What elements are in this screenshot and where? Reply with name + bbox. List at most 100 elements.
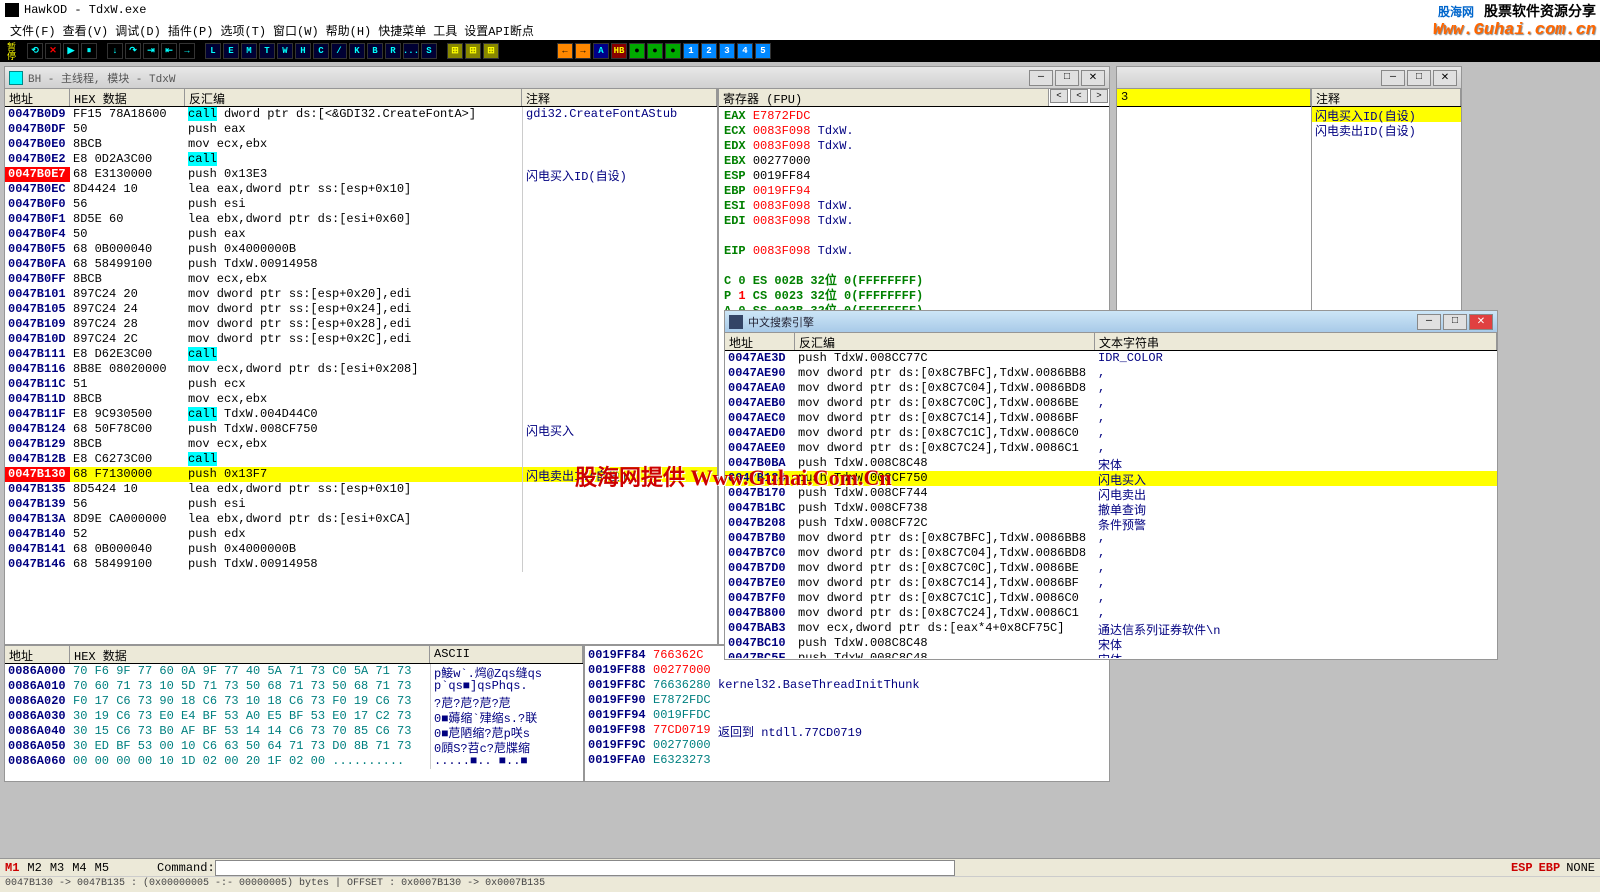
register-row[interactable]: ESI 0083F098 TdxW. xyxy=(724,199,1104,214)
status-marker[interactable]: M1 xyxy=(5,861,19,875)
menu-item[interactable]: 设置API断点 xyxy=(462,20,536,40)
disasm-row[interactable]: 0047B101897C24 20mov dword ptr ss:[esp+0… xyxy=(5,287,717,302)
tb-num-4[interactable]: 4 xyxy=(737,43,753,59)
minimize-button[interactable]: — xyxy=(1029,70,1053,86)
disasm-row[interactable]: 0047B105897C24 24mov dword ptr ss:[esp+0… xyxy=(5,302,717,317)
search-row[interactable]: 0047AED0mov dword ptr ds:[0x8C7C1C],TdxW… xyxy=(725,426,1497,441)
tb-num-1[interactable]: 1 xyxy=(683,43,699,59)
maximize-button[interactable]: □ xyxy=(1055,70,1079,86)
disasm-row[interactable]: 0047B0FF8BCBmov ecx,ebx xyxy=(5,272,717,287)
tb-step-into-icon[interactable]: ↓ xyxy=(107,43,123,59)
tb-step-over-icon[interactable]: ↷ xyxy=(125,43,141,59)
tb-o2[interactable]: → xyxy=(575,43,591,59)
disasm-row[interactable]: 0047B13068 F7130000push 0x13F7闪电卖出ID(自设) xyxy=(5,467,717,482)
tb-letter-H[interactable]: H xyxy=(295,43,311,59)
tb-letter-E[interactable]: E xyxy=(223,43,239,59)
minimize-button[interactable]: — xyxy=(1381,70,1405,86)
status-marker[interactable]: M4 xyxy=(72,861,86,875)
register-row[interactable]: EBX 00277000 xyxy=(724,154,1104,169)
tb-hb[interactable]: HB xyxy=(611,43,627,59)
search-row[interactable]: 0047BAB3mov ecx,dword ptr ds:[eax*4+0x8C… xyxy=(725,621,1497,636)
col-disasm[interactable]: 反汇编 xyxy=(185,89,522,106)
stack-row[interactable]: 0019FF8800277000 xyxy=(585,663,1109,678)
search-row[interactable]: 0047B7E0mov dword ptr ds:[0x8C7C14],TdxW… xyxy=(725,576,1497,591)
tb-pause-icon[interactable]: ⏸ xyxy=(81,43,97,59)
tb-g2[interactable]: ● xyxy=(647,43,663,59)
disasm-row[interactable]: 0047B14668 58499100push TdxW.00914958 xyxy=(5,557,717,572)
dump-row[interactable]: 0086A03030 19 C6 73 E0 E4 BF 53 A0 E5 BF… xyxy=(5,709,583,724)
tb-a[interactable]: A xyxy=(593,43,609,59)
search-results[interactable]: 0047AE3Dpush TdxW.008CC77CIDR_COLOR0047A… xyxy=(725,351,1497,658)
menu-item[interactable]: 选项(T) xyxy=(218,20,268,40)
close-button[interactable]: ✕ xyxy=(1469,314,1493,330)
disasm-row[interactable]: 0047B1298BCBmov ecx,ebx xyxy=(5,437,717,452)
note-row[interactable]: 闪电卖出ID(自设) xyxy=(1312,122,1461,137)
dump-row[interactable]: 0086A05030 ED BF 53 00 10 C6 63 50 64 71… xyxy=(5,739,583,754)
disasm-row[interactable]: 0047B11FE8 9C930500call TdxW.004D44C0 xyxy=(5,407,717,422)
tb-step-out-icon[interactable]: ⇤ xyxy=(161,43,177,59)
search-row[interactable]: 0047B7B0mov dword ptr ds:[0x8C7BFC],TdxW… xyxy=(725,531,1497,546)
disasm-row[interactable]: 0047B0F056push esi xyxy=(5,197,717,212)
notes-col[interactable]: 注释 xyxy=(1312,89,1461,106)
tb-letter-...[interactable]: ... xyxy=(403,43,419,59)
disasm-row[interactable]: 0047B0F18D5E 60lea ebx,dword ptr ds:[esi… xyxy=(5,212,717,227)
search-col-text[interactable]: 文本字符串 xyxy=(1095,333,1497,350)
status-marker[interactable]: M5 xyxy=(95,861,109,875)
tb-o1[interactable]: ← xyxy=(557,43,573,59)
register-row[interactable]: EDI 0083F098 TdxW. xyxy=(724,214,1104,229)
status-marker[interactable]: M2 xyxy=(27,861,41,875)
dump-col-addr[interactable]: 地址 xyxy=(5,646,70,663)
tb-letter-S[interactable]: S xyxy=(421,43,437,59)
stack-row[interactable]: 0019FF9877CD0719返回到 ntdll.77CD0719 xyxy=(585,723,1109,738)
disasm-row[interactable]: 0047B11D8BCBmov ecx,ebx xyxy=(5,392,717,407)
disasm-row[interactable]: 0047B0DF50push eax xyxy=(5,122,717,137)
tb-play-icon[interactable]: ▶ xyxy=(63,43,79,59)
stack-row[interactable]: 0019FF90E7872FDC xyxy=(585,693,1109,708)
register-row[interactable]: ECX 0083F098 TdxW. xyxy=(724,124,1104,139)
search-row[interactable]: 0047BC10push TdxW.008C8C48宋体 xyxy=(725,636,1497,651)
dump-row[interactable]: 0086A06000 00 00 00 10 1D 02 00 20 1F 02… xyxy=(5,754,583,769)
register-row[interactable]: EBP 0019FF94 xyxy=(724,184,1104,199)
disasm-row[interactable]: 0047B109897C24 28mov dword ptr ss:[esp+0… xyxy=(5,317,717,332)
disassembly-list[interactable]: 0047B0D9FF15 78A18600call dword ptr ds:[… xyxy=(5,107,717,617)
search-row[interactable]: 0047AEA0mov dword ptr ds:[0x8C7C04],TdxW… xyxy=(725,381,1497,396)
tb-num-5[interactable]: 5 xyxy=(755,43,771,59)
menu-item[interactable]: 工具 xyxy=(431,20,459,40)
disasm-row[interactable]: 0047B12BE8 C6273C00call xyxy=(5,452,717,467)
disasm-row[interactable]: 0047B12468 50F78C00push TdxW.008CF750闪电买… xyxy=(5,422,717,437)
disasm-row[interactable]: 0047B1168B8E 08020000mov ecx,dword ptr d… xyxy=(5,362,717,377)
register-row[interactable]: EAX E7872FDC xyxy=(724,109,1104,124)
tb-num-2[interactable]: 2 xyxy=(701,43,717,59)
tb-g1[interactable]: ● xyxy=(629,43,645,59)
search-row[interactable]: 0047AEE0mov dword ptr ds:[0x8C7C24],TdxW… xyxy=(725,441,1497,456)
tb-g3[interactable]: ● xyxy=(665,43,681,59)
tb-yg2[interactable]: ⊞ xyxy=(465,43,481,59)
search-row[interactable]: 0047B7C0mov dword ptr ds:[0x8C7C04],TdxW… xyxy=(725,546,1497,561)
flag-row[interactable]: C 0 ES 002B 32位 0(FFFFFFFF) xyxy=(724,274,1104,289)
registers-view[interactable]: EAX E7872FDC ECX 0083F098 TdxW.EDX 0083F… xyxy=(719,107,1109,321)
search-row[interactable]: 0047B1BCpush TdxW.008CF738撤单查询 xyxy=(725,501,1497,516)
tb-letter-M[interactable]: M xyxy=(241,43,257,59)
command-input[interactable] xyxy=(215,860,955,876)
disasm-row[interactable]: 0047B10D897C24 2Cmov dword ptr ss:[esp+0… xyxy=(5,332,717,347)
tb-letter-T[interactable]: T xyxy=(259,43,275,59)
stack-row[interactable]: 0019FF940019FFDC xyxy=(585,708,1109,723)
search-col-addr[interactable]: 地址 xyxy=(725,333,795,350)
search-row[interactable]: 0047AE90mov dword ptr ds:[0x8C7BFC],TdxW… xyxy=(725,366,1497,381)
search-row[interactable]: 0047AE3Dpush TdxW.008CC77CIDR_COLOR xyxy=(725,351,1497,366)
search-row[interactable]: 0047AEB0mov dword ptr ds:[0x8C7C0C],TdxW… xyxy=(725,396,1497,411)
dump-col-ascii[interactable]: ASCII xyxy=(430,646,583,663)
disasm-row[interactable]: 0047B111E8 D62E3C00call xyxy=(5,347,717,362)
stack-row[interactable]: 0019FFA0E6323273 xyxy=(585,753,1109,768)
tb-yg3[interactable]: ⊞ xyxy=(483,43,499,59)
tb-restart-icon[interactable]: ⟲ xyxy=(27,43,43,59)
stack-view[interactable]: 0019FF84766362C0019FF88002770000019FF8C7… xyxy=(585,646,1109,768)
tb-letter-R[interactable]: R xyxy=(385,43,401,59)
dump-row[interactable]: 0086A00070 F6 9F 77 60 0A 9F 77 40 5A 71… xyxy=(5,664,583,679)
search-col-asm[interactable]: 反汇编 xyxy=(795,333,1095,350)
stack-row[interactable]: 0019FF9C00277000 xyxy=(585,738,1109,753)
hex-dump[interactable]: 0086A00070 F6 9F 77 60 0A 9F 77 40 5A 71… xyxy=(5,664,583,769)
search-row[interactable]: 0047BC5Fpush TdxW.008C8C48宋体 xyxy=(725,651,1497,658)
menu-item[interactable]: 快捷菜单 xyxy=(376,20,428,40)
search-row[interactable]: 0047AEC0mov dword ptr ds:[0x8C7C14],TdxW… xyxy=(725,411,1497,426)
